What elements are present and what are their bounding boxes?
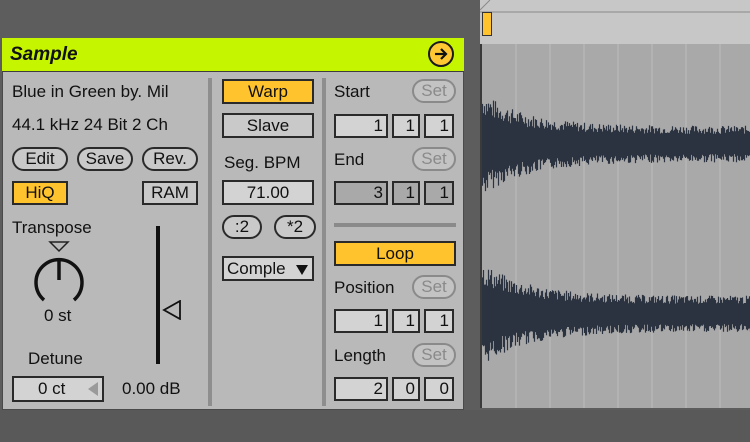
warp-mode-value: Comple: [227, 259, 286, 278]
section-divider: [334, 223, 456, 227]
start-label: Start: [334, 82, 370, 101]
dropdown-triangle-icon: [296, 265, 308, 275]
detune-label: Detune: [28, 349, 83, 368]
gain-slider-track[interactable]: [156, 226, 160, 364]
ram-toggle[interactable]: RAM: [142, 181, 198, 205]
length-beat-field[interactable]: 0: [392, 377, 420, 401]
set-position-button[interactable]: Set: [412, 275, 456, 299]
seg-bpm-field[interactable]: 71.00: [222, 180, 314, 205]
set-length-button[interactable]: Set: [412, 343, 456, 367]
bottom-strip: [0, 410, 750, 442]
sample-name: Blue in Green by. Mil: [12, 82, 169, 101]
transpose-value: 0 st: [44, 306, 72, 325]
transpose-knob-icon: [34, 241, 84, 302]
gain-slider-handle[interactable]: [162, 299, 182, 325]
transpose-label: Transpose: [12, 218, 92, 237]
edit-button[interactable]: Edit: [12, 147, 68, 171]
waveform-display[interactable]: [480, 44, 750, 408]
length-bar-field[interactable]: 2: [334, 377, 388, 401]
clip-title: Sample: [10, 44, 78, 65]
length-label: Length: [334, 346, 386, 365]
start-sixteenth-field[interactable]: 1: [424, 114, 454, 138]
reverse-button[interactable]: Rev.: [142, 147, 198, 171]
warp-toggle[interactable]: Warp: [222, 79, 314, 104]
warp-mode-dropdown[interactable]: Comple: [222, 256, 314, 281]
detune-field[interactable]: 0 ct: [12, 376, 104, 402]
gain-value: 0.00 dB: [122, 379, 181, 398]
column-divider: [208, 78, 212, 406]
save-button[interactable]: Save: [77, 147, 133, 171]
position-beat-field[interactable]: 1: [392, 309, 420, 333]
end-sixteenth-field[interactable]: 1: [424, 181, 454, 205]
arrow-right-icon: [435, 48, 448, 60]
start-bar-field[interactable]: 1: [334, 114, 388, 138]
position-bar-field[interactable]: 1: [334, 309, 388, 333]
set-end-button[interactable]: Set: [412, 147, 456, 171]
end-label: End: [334, 150, 365, 169]
double-tempo-button[interactable]: *2: [274, 215, 316, 239]
waveform-channel: [482, 100, 750, 192]
start-marker-flag[interactable]: [482, 12, 492, 36]
waveform-graphic: [482, 44, 750, 408]
start-beat-field[interactable]: 1: [392, 114, 420, 138]
hiq-toggle[interactable]: HiQ: [12, 181, 68, 205]
end-beat-field[interactable]: 1: [392, 181, 420, 205]
loop-toggle[interactable]: Loop: [334, 241, 456, 266]
sample-info: 44.1 kHz 24 Bit 2 Ch: [12, 115, 168, 134]
position-label: Position: [334, 278, 395, 297]
seg-bpm-label: Seg. BPM: [224, 153, 301, 172]
slave-toggle[interactable]: Slave: [222, 113, 314, 138]
waveform-channel: [482, 269, 750, 361]
clip-ruler[interactable]: [480, 0, 750, 44]
gain-slider-triangle-icon: [162, 299, 181, 321]
show-envelopes-button[interactable]: [428, 41, 454, 67]
transpose-knob[interactable]: [30, 240, 88, 306]
position-sixteenth-field[interactable]: 1: [424, 309, 454, 333]
column-divider: [322, 78, 326, 406]
length-sixteenth-field[interactable]: 0: [424, 377, 454, 401]
detune-slider-icon: [88, 382, 98, 396]
set-start-button[interactable]: Set: [412, 79, 456, 103]
detune-value: 0 ct: [38, 379, 66, 398]
half-tempo-button[interactable]: :2: [222, 215, 262, 239]
end-bar-field[interactable]: 3: [334, 181, 388, 205]
